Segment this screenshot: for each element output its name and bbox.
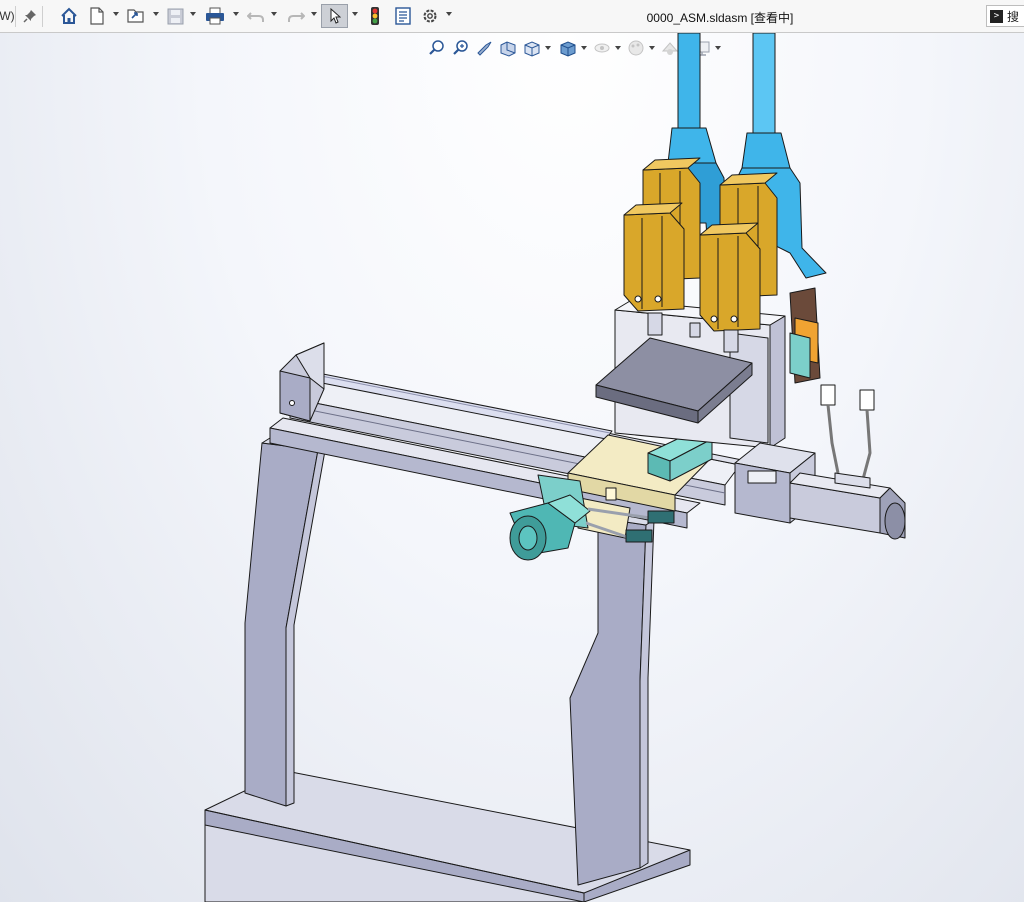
chevron-down-icon[interactable] — [352, 12, 358, 16]
quick-access-toolbar: W) 0000_ASM.sldasm [查看中] > 搜 — [0, 0, 1024, 33]
redo-icon[interactable] — [285, 5, 307, 27]
pneumatic-cylinder-4[interactable] — [699, 222, 761, 332]
open-icon[interactable] — [124, 5, 148, 27]
file-properties-icon[interactable] — [392, 5, 414, 27]
options-gear-icon[interactable] — [419, 5, 441, 27]
select-arrow-icon[interactable] — [321, 4, 348, 28]
home-icon[interactable] — [58, 5, 80, 27]
chevron-down-icon[interactable] — [271, 12, 277, 16]
traffic-light-icon[interactable] — [366, 5, 384, 27]
chevron-down-icon[interactable] — [153, 12, 159, 16]
search-input[interactable]: > 搜 — [986, 5, 1024, 27]
side-bracket[interactable] — [789, 287, 821, 384]
save-icon[interactable] — [164, 5, 186, 27]
toolbar-divider — [15, 6, 16, 27]
right-leg-plate[interactable] — [569, 512, 655, 886]
chevron-down-icon[interactable] — [233, 12, 239, 16]
chevron-down-icon[interactable] — [190, 12, 196, 16]
servo-motor-right[interactable] — [734, 442, 906, 540]
pin-icon[interactable] — [21, 5, 39, 27]
chevron-down-icon[interactable] — [113, 12, 119, 16]
chevron-down-icon[interactable] — [446, 12, 452, 16]
cable-connectors-right[interactable] — [820, 384, 875, 484]
undo-icon[interactable] — [245, 5, 267, 27]
pneumatic-cylinder-3[interactable] — [623, 202, 685, 312]
chevron-down-icon[interactable] — [311, 12, 317, 16]
document-title: 0000_ASM.sldasm [查看中] — [646, 11, 794, 25]
new-doc-icon[interactable] — [86, 5, 108, 27]
assembly-model[interactable] — [0, 33, 1024, 902]
menu-fragment[interactable]: W) — [0, 5, 15, 27]
print-icon[interactable] — [203, 5, 227, 27]
toolbar-divider — [42, 6, 43, 27]
search-label: 搜 — [1007, 9, 1020, 24]
command-prompt-icon: > — [990, 9, 1003, 23]
left-leg-plate[interactable] — [244, 437, 327, 807]
graphics-area[interactable] — [0, 33, 1024, 902]
